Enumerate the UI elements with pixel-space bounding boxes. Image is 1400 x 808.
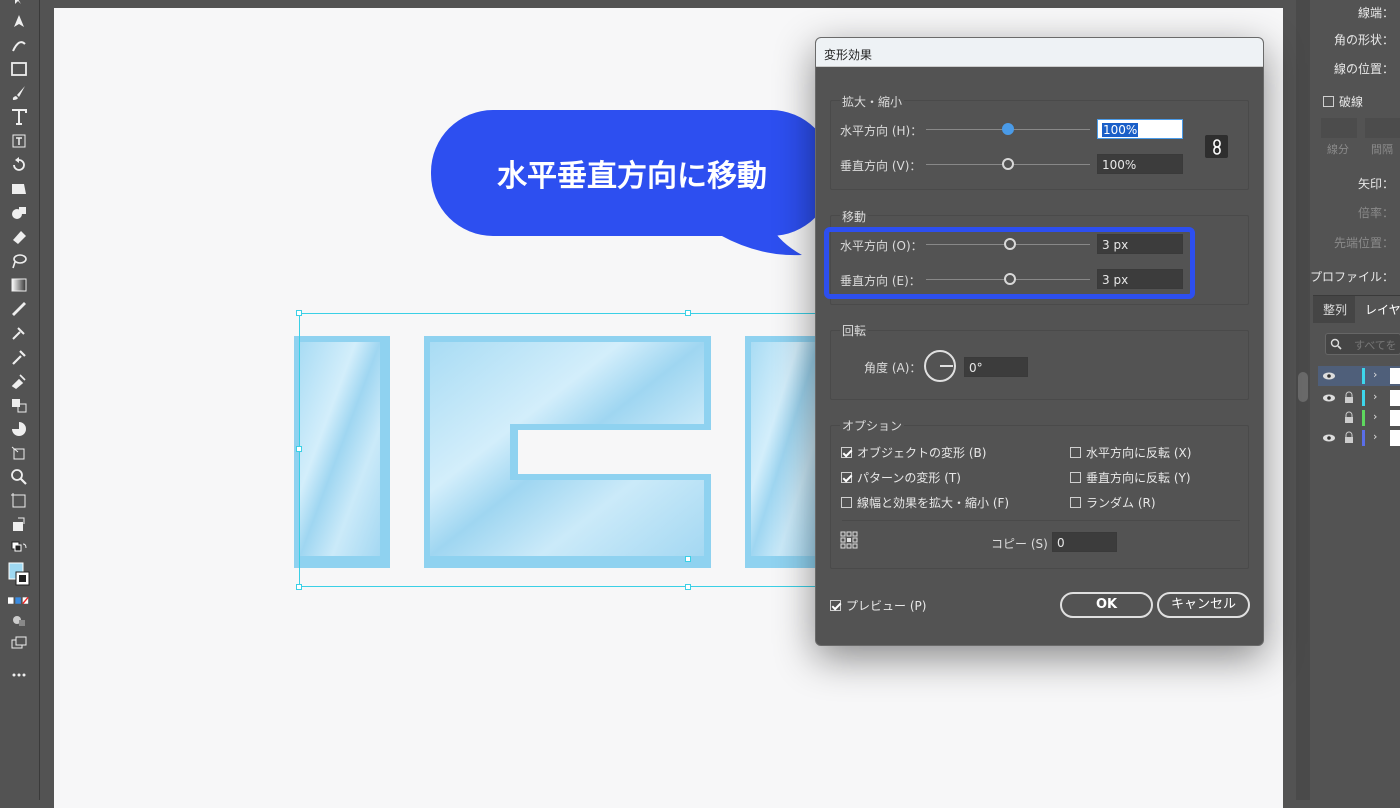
selection-bounding-box[interactable]: [299, 313, 819, 587]
layer-thumbnail: [1390, 390, 1400, 406]
corner-label: 角の形状：: [1333, 33, 1394, 47]
transform-patterns-check[interactable]: [841, 472, 852, 483]
move-group-title: 移動: [840, 208, 869, 225]
layer-row[interactable]: ›: [1318, 388, 1400, 408]
link-icon: [1212, 138, 1221, 155]
layer-thumbnail: [1390, 368, 1400, 384]
preview-check[interactable]: [830, 600, 841, 611]
selection-handle[interactable]: [685, 556, 691, 562]
reference-point-icon[interactable]: [840, 531, 858, 549]
layer-search-input[interactable]: すべてを: [1325, 333, 1400, 355]
reflect-y-check[interactable]: [1070, 472, 1081, 483]
preview-checkbox[interactable]: プレビュー (P): [830, 597, 926, 614]
move-highlight-frame: [824, 227, 1195, 299]
lock-icon[interactable]: [1344, 391, 1354, 403]
layer-color: [1362, 390, 1365, 406]
transform-objects-check[interactable]: [841, 447, 852, 458]
rotate-group-title: 回転: [840, 322, 869, 339]
transform-effect-dialog: 変形効果 拡大・縮小 水平方向 (H)： 100% 垂直方向 (V)： 100%…: [815, 37, 1264, 646]
panel-scrollbar[interactable]: [1296, 0, 1310, 800]
callout-text: 水平垂直方向に移動: [497, 159, 767, 194]
expand-chevron-icon[interactable]: ›: [1373, 390, 1377, 403]
copies-input[interactable]: 0: [1052, 532, 1117, 552]
panel-scrollbar-thumb[interactable]: [1298, 372, 1308, 402]
callout-bubble: 水平垂直方向に移動: [431, 110, 833, 236]
rotate-angle-input[interactable]: 0°: [964, 357, 1028, 377]
reflect-x-checkbox[interactable]: 水平方向に反転 (X): [1070, 444, 1191, 461]
lock-icon[interactable]: [1344, 431, 1354, 443]
expand-chevron-icon[interactable]: ›: [1373, 368, 1377, 381]
scale-vertical-label: 垂直方向 (V)：: [840, 159, 922, 173]
scale-vertical-slider-knob[interactable]: [1002, 158, 1014, 170]
expand-chevron-icon[interactable]: ›: [1373, 410, 1377, 423]
dashed-checkbox[interactable]: 破線: [1323, 93, 1363, 110]
constrain-proportions-link[interactable]: [1205, 135, 1228, 158]
gap-label: 間隔: [1371, 143, 1393, 156]
reflect-x-check[interactable]: [1070, 447, 1081, 458]
tab-align[interactable]: 整列: [1323, 301, 1347, 318]
scale-strokes-check[interactable]: [841, 497, 852, 508]
dialog-title: 変形効果: [816, 38, 1263, 67]
rotate-angle-label: 角度 (A)：: [864, 361, 922, 375]
scale-group: [830, 100, 1249, 190]
scale-horizontal-input[interactable]: 100%: [1097, 119, 1183, 139]
scale-vertical-input[interactable]: 100%: [1097, 154, 1183, 174]
layer-thumbnail: [1390, 410, 1400, 426]
options-group-title: オプション: [840, 417, 905, 434]
layer-search-placeholder: すべてを: [1354, 339, 1397, 352]
line-end-label: 線端：: [1357, 6, 1394, 20]
layer-row[interactable]: ›: [1318, 428, 1400, 448]
copies-label: コピー (S): [991, 537, 1048, 551]
dash-field[interactable]: [1321, 118, 1357, 138]
scale-horizontal-label: 水平方向 (H)：: [840, 124, 923, 138]
selection-handle[interactable]: [296, 310, 302, 316]
scale-strokes-checkbox[interactable]: 線幅と効果を拡大・縮小 (F): [841, 494, 1009, 511]
angle-dial-icon[interactable]: [923, 349, 957, 383]
layer-thumbnail: [1390, 430, 1400, 446]
search-icon: [1330, 338, 1342, 350]
gap-field[interactable]: [1365, 118, 1400, 138]
transform-patterns-checkbox[interactable]: パターンの変形 (T): [841, 469, 961, 486]
layer-color: [1362, 430, 1365, 446]
scale-group-title: 拡大・縮小: [840, 93, 905, 110]
eye-icon[interactable]: [1322, 371, 1336, 381]
align-stroke-label: 線の位置：: [1333, 62, 1394, 76]
scale-horizontal-slider-knob[interactable]: [1002, 123, 1014, 135]
cancel-button[interactable]: キャンセル: [1157, 592, 1250, 618]
expand-chevron-icon[interactable]: ›: [1373, 430, 1377, 443]
transform-objects-checkbox[interactable]: オブジェクトの変形 (B): [841, 444, 986, 461]
tab-layers[interactable]: レイヤー: [1355, 296, 1400, 323]
selection-handle[interactable]: [685, 310, 691, 316]
reflect-y-checkbox[interactable]: 垂直方向に反転 (Y): [1070, 469, 1191, 486]
lock-icon[interactable]: [1344, 411, 1354, 423]
tip-label: 先端位置：: [1333, 236, 1394, 250]
dashed-label: 破線: [1339, 95, 1364, 109]
ok-button[interactable]: OK: [1060, 592, 1153, 618]
random-checkbox[interactable]: ランダム (R): [1070, 494, 1156, 511]
eye-icon[interactable]: [1322, 433, 1336, 443]
scale-label: 倍率：: [1357, 206, 1394, 220]
random-check[interactable]: [1070, 497, 1081, 508]
selection-handle[interactable]: [685, 584, 691, 590]
arrow-label: 矢印：: [1357, 177, 1394, 191]
selection-handle[interactable]: [296, 584, 302, 590]
dash-label: 線分: [1327, 143, 1349, 156]
layer-color: [1362, 368, 1365, 384]
options-divider: [842, 520, 1240, 521]
profile-label: プロファイル：: [1309, 270, 1394, 284]
dashed-checkbox-box[interactable]: [1323, 96, 1334, 107]
layer-row[interactable]: ›: [1318, 366, 1400, 386]
selection-handle[interactable]: [296, 446, 302, 452]
layer-color: [1362, 410, 1365, 426]
layer-row[interactable]: ›: [1318, 408, 1400, 428]
eye-icon[interactable]: [1322, 393, 1336, 403]
